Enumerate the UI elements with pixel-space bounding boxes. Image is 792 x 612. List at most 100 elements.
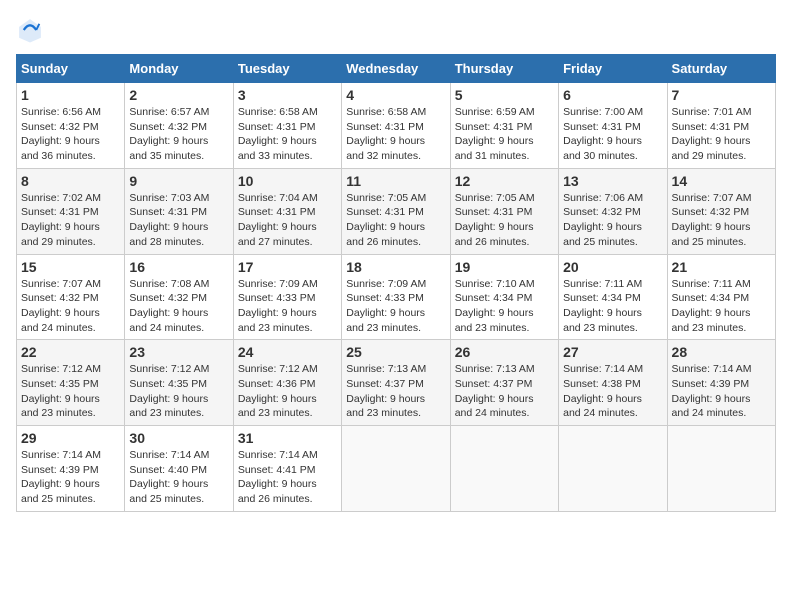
day-info: Sunrise: 7:00 AM Sunset: 4:31 PM Dayligh…	[563, 105, 662, 164]
day-number: 14	[672, 173, 771, 189]
day-info: Sunrise: 7:07 AM Sunset: 4:32 PM Dayligh…	[672, 191, 771, 250]
day-info: Sunrise: 7:14 AM Sunset: 4:39 PM Dayligh…	[21, 448, 120, 507]
day-number: 4	[346, 87, 445, 103]
calendar-cell: 20 Sunrise: 7:11 AM Sunset: 4:34 PM Dayli…	[559, 254, 667, 340]
calendar-cell: 25Sunrise: 7:13 AM Sunset: 4:37 PM Dayli…	[342, 340, 450, 426]
day-info: Sunrise: 7:12 AM Sunset: 4:35 PM Dayligh…	[129, 362, 228, 421]
day-number: 5	[455, 87, 554, 103]
day-info: Sunrise: 7:14 AM Sunset: 4:40 PM Dayligh…	[129, 448, 228, 507]
day-info: Sunrise: 6:56 AM Sunset: 4:32 PM Dayligh…	[21, 105, 120, 164]
calendar-cell	[559, 426, 667, 512]
calendar-cell: 21 Sunrise: 7:11 AM Sunset: 4:34 PM Dayli…	[667, 254, 775, 340]
day-number: 7	[672, 87, 771, 103]
day-number: 3	[238, 87, 337, 103]
calendar-cell: 17 Sunrise: 7:09 AM Sunset: 4:33 PM Dayli…	[233, 254, 341, 340]
column-header-monday: Monday	[125, 55, 233, 83]
column-header-tuesday: Tuesday	[233, 55, 341, 83]
day-info: Sunrise: 6:59 AM Sunset: 4:31 PM Dayligh…	[455, 105, 554, 164]
day-info: Sunrise: 7:09 AM Sunset: 4:33 PM Dayligh…	[346, 277, 445, 336]
calendar-cell: 26Sunrise: 7:13 AM Sunset: 4:37 PM Dayli…	[450, 340, 558, 426]
day-info: Sunrise: 7:07 AM Sunset: 4:32 PM Dayligh…	[21, 277, 120, 336]
day-info: Sunrise: 7:14 AM Sunset: 4:39 PM Dayligh…	[672, 362, 771, 421]
day-number: 16	[129, 259, 228, 275]
calendar-week-4: 22 Sunrise: 7:12 AM Sunset: 4:35 PM Dayli…	[17, 340, 776, 426]
calendar-cell: 13Sunrise: 7:06 AM Sunset: 4:32 PM Dayli…	[559, 168, 667, 254]
calendar-header-row: SundayMondayTuesdayWednesdayThursdayFrid…	[17, 55, 776, 83]
day-info: Sunrise: 6:57 AM Sunset: 4:32 PM Dayligh…	[129, 105, 228, 164]
calendar-cell: 8 Sunrise: 7:02 AM Sunset: 4:31 PM Daylig…	[17, 168, 125, 254]
day-info: Sunrise: 7:02 AM Sunset: 4:31 PM Dayligh…	[21, 191, 120, 250]
day-info: Sunrise: 7:05 AM Sunset: 4:31 PM Dayligh…	[346, 191, 445, 250]
day-number: 20	[563, 259, 662, 275]
day-number: 1	[21, 87, 120, 103]
calendar-cell: 30 Sunrise: 7:14 AM Sunset: 4:40 PM Dayli…	[125, 426, 233, 512]
calendar-cell: 19Sunrise: 7:10 AM Sunset: 4:34 PM Dayli…	[450, 254, 558, 340]
calendar-cell: 22 Sunrise: 7:12 AM Sunset: 4:35 PM Dayli…	[17, 340, 125, 426]
day-number: 10	[238, 173, 337, 189]
calendar-cell: 16 Sunrise: 7:08 AM Sunset: 4:32 PM Dayli…	[125, 254, 233, 340]
column-header-sunday: Sunday	[17, 55, 125, 83]
day-number: 26	[455, 344, 554, 360]
page-header	[16, 16, 776, 44]
day-number: 27	[563, 344, 662, 360]
calendar-cell: 11Sunrise: 7:05 AM Sunset: 4:31 PM Dayli…	[342, 168, 450, 254]
calendar-cell: 29 Sunrise: 7:14 AM Sunset: 4:39 PM Dayli…	[17, 426, 125, 512]
calendar-cell: 12Sunrise: 7:05 AM Sunset: 4:31 PM Dayli…	[450, 168, 558, 254]
calendar-cell: 23 Sunrise: 7:12 AM Sunset: 4:35 PM Dayli…	[125, 340, 233, 426]
logo	[16, 16, 48, 44]
day-info: Sunrise: 7:11 AM Sunset: 4:34 PM Dayligh…	[672, 277, 771, 336]
day-number: 8	[21, 173, 120, 189]
calendar-cell: 14 Sunrise: 7:07 AM Sunset: 4:32 PM Dayli…	[667, 168, 775, 254]
calendar-cell: 15 Sunrise: 7:07 AM Sunset: 4:32 PM Dayli…	[17, 254, 125, 340]
day-number: 15	[21, 259, 120, 275]
day-number: 2	[129, 87, 228, 103]
column-header-saturday: Saturday	[667, 55, 775, 83]
calendar-cell: 27 Sunrise: 7:14 AM Sunset: 4:38 PM Dayli…	[559, 340, 667, 426]
calendar-cell: 5 Sunrise: 6:59 AM Sunset: 4:31 PM Daylig…	[450, 83, 558, 169]
calendar-cell: 4 Sunrise: 6:58 AM Sunset: 4:31 PM Daylig…	[342, 83, 450, 169]
calendar-cell: 24 Sunrise: 7:12 AM Sunset: 4:36 PM Dayli…	[233, 340, 341, 426]
column-header-thursday: Thursday	[450, 55, 558, 83]
calendar-cell	[342, 426, 450, 512]
day-info: Sunrise: 7:03 AM Sunset: 4:31 PM Dayligh…	[129, 191, 228, 250]
calendar-cell	[667, 426, 775, 512]
calendar-cell: 31Sunrise: 7:14 AM Sunset: 4:41 PM Dayli…	[233, 426, 341, 512]
day-info: Sunrise: 7:04 AM Sunset: 4:31 PM Dayligh…	[238, 191, 337, 250]
day-number: 24	[238, 344, 337, 360]
day-info: Sunrise: 7:12 AM Sunset: 4:35 PM Dayligh…	[21, 362, 120, 421]
calendar-cell: 7Sunrise: 7:01 AM Sunset: 4:31 PM Daylig…	[667, 83, 775, 169]
calendar-cell: 3 Sunrise: 6:58 AM Sunset: 4:31 PM Daylig…	[233, 83, 341, 169]
day-info: Sunrise: 7:11 AM Sunset: 4:34 PM Dayligh…	[563, 277, 662, 336]
day-number: 21	[672, 259, 771, 275]
day-info: Sunrise: 6:58 AM Sunset: 4:31 PM Dayligh…	[238, 105, 337, 164]
day-info: Sunrise: 7:12 AM Sunset: 4:36 PM Dayligh…	[238, 362, 337, 421]
calendar-cell: 1 Sunrise: 6:56 AM Sunset: 4:32 PM Daylig…	[17, 83, 125, 169]
day-number: 23	[129, 344, 228, 360]
calendar-body: 1 Sunrise: 6:56 AM Sunset: 4:32 PM Daylig…	[17, 83, 776, 512]
calendar-cell: 2 Sunrise: 6:57 AM Sunset: 4:32 PM Daylig…	[125, 83, 233, 169]
day-info: Sunrise: 7:13 AM Sunset: 4:37 PM Dayligh…	[346, 362, 445, 421]
calendar-cell: 28Sunrise: 7:14 AM Sunset: 4:39 PM Dayli…	[667, 340, 775, 426]
day-number: 30	[129, 430, 228, 446]
day-number: 22	[21, 344, 120, 360]
calendar-week-3: 15 Sunrise: 7:07 AM Sunset: 4:32 PM Dayli…	[17, 254, 776, 340]
day-number: 18	[346, 259, 445, 275]
calendar-cell: 10 Sunrise: 7:04 AM Sunset: 4:31 PM Dayli…	[233, 168, 341, 254]
logo-icon	[16, 16, 44, 44]
calendar-week-5: 29 Sunrise: 7:14 AM Sunset: 4:39 PM Dayli…	[17, 426, 776, 512]
calendar-week-2: 8 Sunrise: 7:02 AM Sunset: 4:31 PM Daylig…	[17, 168, 776, 254]
day-info: Sunrise: 7:10 AM Sunset: 4:34 PM Dayligh…	[455, 277, 554, 336]
column-header-friday: Friday	[559, 55, 667, 83]
day-info: Sunrise: 7:05 AM Sunset: 4:31 PM Dayligh…	[455, 191, 554, 250]
day-info: Sunrise: 7:09 AM Sunset: 4:33 PM Dayligh…	[238, 277, 337, 336]
day-number: 29	[21, 430, 120, 446]
day-info: Sunrise: 7:14 AM Sunset: 4:38 PM Dayligh…	[563, 362, 662, 421]
day-number: 13	[563, 173, 662, 189]
day-number: 9	[129, 173, 228, 189]
day-info: Sunrise: 7:14 AM Sunset: 4:41 PM Dayligh…	[238, 448, 337, 507]
calendar-cell: 18 Sunrise: 7:09 AM Sunset: 4:33 PM Dayli…	[342, 254, 450, 340]
day-info: Sunrise: 7:08 AM Sunset: 4:32 PM Dayligh…	[129, 277, 228, 336]
day-number: 17	[238, 259, 337, 275]
day-info: Sunrise: 6:58 AM Sunset: 4:31 PM Dayligh…	[346, 105, 445, 164]
calendar-week-1: 1 Sunrise: 6:56 AM Sunset: 4:32 PM Daylig…	[17, 83, 776, 169]
